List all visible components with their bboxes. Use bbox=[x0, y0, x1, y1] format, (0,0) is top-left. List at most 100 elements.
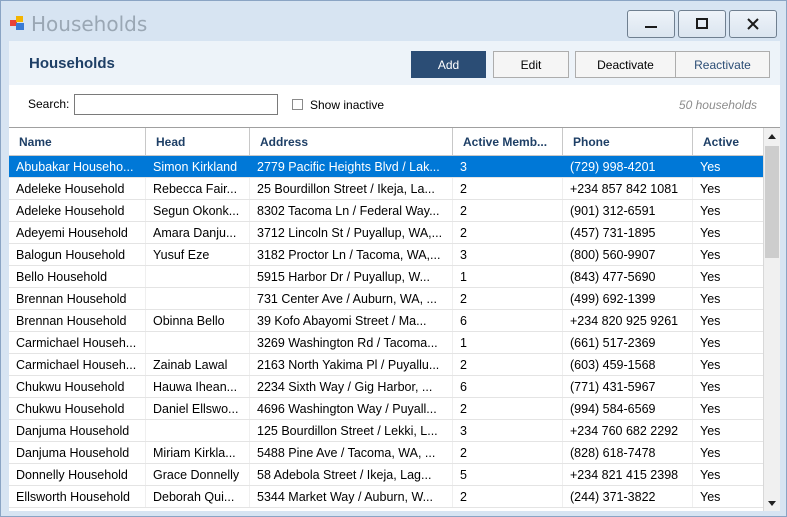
household-count: 50 households bbox=[678, 98, 757, 112]
table-row[interactable]: Adeleke Household Rebecca Fair... 25 Bourd… bbox=[9, 178, 763, 200]
cell-address: 3269 Washington Rd / Tacoma... bbox=[250, 332, 453, 353]
cell-name: Danjuma Household bbox=[9, 442, 146, 463]
cell-active: Yes bbox=[700, 357, 721, 372]
cell-active: Yes bbox=[700, 335, 721, 350]
cell-address: 3182 Proctor Ln / Tacoma, WA,... bbox=[250, 244, 453, 265]
cell-address: 5915 Harbor Dr / Puyallup, W... bbox=[250, 266, 453, 287]
column-header-active-members[interactable]: Active Memb... bbox=[453, 128, 563, 156]
cell-name: Adeyemi Household bbox=[9, 222, 146, 243]
cell-active: Yes bbox=[700, 203, 721, 218]
cell-active-members: 3 bbox=[453, 244, 563, 265]
vertical-scrollbar[interactable] bbox=[763, 128, 780, 511]
show-inactive-checkbox[interactable] bbox=[292, 99, 303, 110]
cell-active-members: 2 bbox=[453, 442, 563, 463]
cell-phone: (499) 692-1399 bbox=[563, 288, 693, 309]
cell-head: Zainab Lawal bbox=[146, 354, 250, 375]
table-row[interactable]: Brennan Household 731 Center Ave / Auburn… bbox=[9, 288, 763, 310]
edit-button[interactable]: Edit bbox=[493, 51, 569, 78]
title-bar[interactable]: Households bbox=[1, 1, 786, 41]
table-row[interactable]: Adeleke Household Segun Okonk... 8302 Taco… bbox=[9, 200, 763, 222]
cell-active-members: 2 bbox=[453, 178, 563, 199]
table-row[interactable]: Bello Household 5915 Harbor Dr / Puyallup… bbox=[9, 266, 763, 288]
cell-active: Yes bbox=[700, 379, 721, 394]
minimize-button[interactable] bbox=[627, 10, 675, 38]
cell-active: Yes bbox=[700, 489, 721, 504]
cell-active: Yes bbox=[700, 445, 721, 460]
column-header-name[interactable]: Name bbox=[9, 128, 146, 156]
search-input[interactable] bbox=[74, 94, 278, 115]
cell-active-members: 3 bbox=[453, 420, 563, 441]
close-button[interactable] bbox=[729, 10, 777, 38]
app-icon bbox=[10, 16, 24, 30]
search-label: Search: bbox=[28, 97, 70, 111]
table-row[interactable]: Chukwu Household Hauwa Ihean... 2234 Sixth… bbox=[9, 376, 763, 398]
cell-active: Yes bbox=[700, 467, 721, 482]
cell-head: Deborah Qui... bbox=[146, 486, 250, 507]
cell-active-members: 2 bbox=[453, 398, 563, 419]
table-row[interactable]: Brennan Household Obinna Bello 39 Kofo Aba… bbox=[9, 310, 763, 332]
table-row[interactable]: Adeyemi Household Amara Danju... 3712 Linc… bbox=[9, 222, 763, 244]
cell-address: 2234 Sixth Way / Gig Harbor, ... bbox=[250, 376, 453, 397]
maximize-button[interactable] bbox=[678, 10, 726, 38]
cell-head: Obinna Bello bbox=[146, 310, 250, 331]
cell-phone: +234 821 415 2398 bbox=[563, 464, 693, 485]
column-header-phone[interactable]: Phone bbox=[563, 128, 693, 156]
cell-address: 731 Center Ave / Auburn, WA, ... bbox=[250, 288, 453, 309]
cell-name: Brennan Household bbox=[9, 310, 146, 331]
cell-head bbox=[146, 420, 250, 441]
table-row[interactable]: Donnelly Household Grace Donnelly 58 Adebo… bbox=[9, 464, 763, 486]
cell-active-members: 1 bbox=[453, 266, 563, 287]
reactivate-button[interactable]: Reactivate bbox=[675, 51, 770, 78]
table-row[interactable]: Chukwu Household Daniel Ellswo... 4696 Was… bbox=[9, 398, 763, 420]
table-row[interactable]: Carmichael Househ... Zainab Lawal 2163 Nor… bbox=[9, 354, 763, 376]
cell-active-members: 3 bbox=[453, 156, 563, 177]
cell-active-members: 2 bbox=[453, 222, 563, 243]
table-row[interactable]: Abubakar Househo... Simon Kirkland 2779 Pa… bbox=[9, 156, 763, 178]
scroll-up-button[interactable] bbox=[764, 128, 780, 145]
table-row[interactable]: Danjuma Household Miriam Kirkla... 5488 Pi… bbox=[9, 442, 763, 464]
add-button[interactable]: Add bbox=[411, 51, 486, 78]
toolbar: Households Add Edit Deactivate Reactivat… bbox=[9, 41, 780, 85]
cell-address: 5488 Pine Ave / Tacoma, WA, ... bbox=[250, 442, 453, 463]
cell-address: 5344 Market Way / Auburn, W... bbox=[250, 486, 453, 507]
cell-active: Yes bbox=[700, 225, 721, 240]
scroll-down-button[interactable] bbox=[764, 495, 780, 511]
cell-head: Miriam Kirkla... bbox=[146, 442, 250, 463]
cell-name: Danjuma Household bbox=[9, 420, 146, 441]
deactivate-button[interactable]: Deactivate bbox=[575, 51, 676, 78]
cell-head bbox=[146, 332, 250, 353]
cell-address: 58 Adebola Street / Ikeja, Lag... bbox=[250, 464, 453, 485]
cell-active: Yes bbox=[700, 181, 721, 196]
cell-name: Brennan Household bbox=[9, 288, 146, 309]
cell-head: Hauwa Ihean... bbox=[146, 376, 250, 397]
cell-name: Donnelly Household bbox=[9, 464, 146, 485]
cell-active-members: 2 bbox=[453, 486, 563, 507]
cell-active-members: 2 bbox=[453, 200, 563, 221]
cell-phone: +234 760 682 2292 bbox=[563, 420, 693, 441]
table-row[interactable]: Carmichael Househ... 3269 Washington Rd /… bbox=[9, 332, 763, 354]
column-header-active[interactable]: Active bbox=[693, 128, 763, 156]
scroll-thumb[interactable] bbox=[765, 146, 779, 258]
maximize-icon bbox=[696, 18, 708, 29]
cell-active: Yes bbox=[700, 291, 721, 306]
table-row[interactable]: Ellsworth Household Deborah Qui... 5344 Ma… bbox=[9, 486, 763, 508]
show-inactive-label[interactable]: Show inactive bbox=[310, 98, 384, 112]
cell-phone: (603) 459-1568 bbox=[563, 354, 693, 375]
table-row[interactable]: Balogun Household Yusuf Eze 3182 Proctor L… bbox=[9, 244, 763, 266]
cell-phone: (828) 618-7478 bbox=[563, 442, 693, 463]
cell-phone: (843) 477-5690 bbox=[563, 266, 693, 287]
cell-head bbox=[146, 266, 250, 287]
cell-active-members: 6 bbox=[453, 376, 563, 397]
cell-active-members: 2 bbox=[453, 288, 563, 309]
cell-address: 2779 Pacific Heights Blvd / Lak... bbox=[250, 156, 453, 177]
column-header-head[interactable]: Head bbox=[146, 128, 250, 156]
households-grid[interactable]: Name Head Address Active Memb... Phone A… bbox=[9, 127, 780, 511]
column-header-address[interactable]: Address bbox=[250, 128, 453, 156]
cell-head: Daniel Ellswo... bbox=[146, 398, 250, 419]
cell-address: 8302 Tacoma Ln / Federal Way... bbox=[250, 200, 453, 221]
table-row[interactable]: Danjuma Household 125 Bourdillon Street /… bbox=[9, 420, 763, 442]
arrow-down-icon bbox=[768, 501, 776, 506]
cell-active: Yes bbox=[700, 313, 721, 328]
cell-active: Yes bbox=[700, 247, 721, 262]
cell-head: Segun Okonk... bbox=[146, 200, 250, 221]
